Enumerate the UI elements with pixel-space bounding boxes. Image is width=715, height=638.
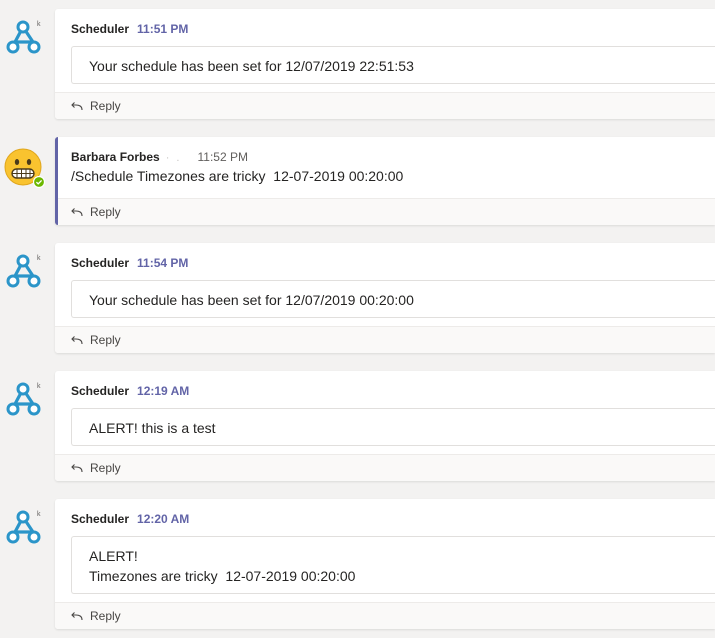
message-card: Scheduler 11:54 PM Your schedule has been… xyxy=(55,243,715,353)
message-text: ALERT! this is a test xyxy=(89,420,216,436)
message-text: /Schedule Timezones are tricky 12-07-201… xyxy=(71,168,404,184)
message-header: Scheduler 12:19 AM xyxy=(71,384,189,398)
reply-button[interactable]: Reply xyxy=(70,608,121,624)
reply-arrow-icon xyxy=(71,102,83,111)
reply-bar: Reply xyxy=(58,198,715,225)
svg-text:k: k xyxy=(37,21,41,28)
webhook-icon[interactable]: k xyxy=(3,380,45,422)
message-header: Scheduler 11:54 PM xyxy=(71,256,188,270)
message-timestamp[interactable]: 12:19 AM xyxy=(137,384,189,398)
reply-bar: Reply xyxy=(55,92,715,119)
reply-label: Reply xyxy=(90,333,121,347)
svg-text:k: k xyxy=(37,255,41,262)
reply-arrow-icon xyxy=(71,612,83,621)
author-name[interactable]: Scheduler xyxy=(71,256,129,270)
reply-button[interactable]: Reply xyxy=(70,98,121,114)
reply-label: Reply xyxy=(90,609,121,623)
webhook-icon[interactable]: k xyxy=(3,18,45,60)
author-presence-dots: · . xyxy=(165,152,182,164)
bot-message-body: Your schedule has been set for 12/07/201… xyxy=(71,46,715,84)
message-text: Timezones are tricky 12-07-2019 00:20:00 xyxy=(89,568,356,584)
reply-button[interactable]: Reply xyxy=(70,460,121,476)
reply-arrow-icon xyxy=(71,464,83,473)
message-card: Scheduler 12:20 AM ALERT! Timezones are t… xyxy=(55,499,715,629)
message-header: Scheduler 11:51 PM xyxy=(71,22,188,36)
bot-message-body: Your schedule has been set for 12/07/201… xyxy=(71,280,715,318)
bot-message-body: ALERT! Timezones are tricky 12-07-2019 0… xyxy=(71,536,715,594)
reply-arrow-icon xyxy=(71,336,83,345)
reply-button[interactable]: Reply xyxy=(70,204,121,220)
message-timestamp[interactable]: 11:51 PM xyxy=(137,22,188,36)
message-card: Scheduler 12:19 AM ALERT! this is a test … xyxy=(55,371,715,481)
webhook-icon[interactable]: k xyxy=(3,508,45,550)
reply-bar: Reply xyxy=(55,326,715,353)
reply-label: Reply xyxy=(90,205,121,219)
message-card: Scheduler 11:51 PM Your schedule has been… xyxy=(55,9,715,119)
reply-bar: Reply xyxy=(55,602,715,629)
presence-available-icon xyxy=(33,176,45,188)
bot-message-body: ALERT! this is a test xyxy=(71,408,715,446)
message-card: Barbara Forbes · . 11:52 PM /Schedule Time… xyxy=(55,137,715,225)
author-name[interactable]: Scheduler xyxy=(71,512,129,526)
message-header: Scheduler 12:20 AM xyxy=(71,512,189,526)
message-timestamp[interactable]: 11:52 PM xyxy=(197,150,247,164)
message-text: ALERT! xyxy=(89,548,138,564)
svg-text:k: k xyxy=(37,383,41,390)
svg-text:k: k xyxy=(37,511,41,518)
message-text: Your schedule has been set for 12/07/201… xyxy=(89,58,414,74)
author-name[interactable]: Scheduler xyxy=(71,384,129,398)
user-avatar[interactable] xyxy=(3,146,45,188)
message-timestamp[interactable]: 11:54 PM xyxy=(137,256,188,270)
reply-button[interactable]: Reply xyxy=(70,332,121,348)
webhook-icon[interactable]: k xyxy=(3,252,45,294)
reply-arrow-icon xyxy=(71,208,83,217)
author-name[interactable]: Scheduler xyxy=(71,22,129,36)
reply-label: Reply xyxy=(90,461,121,475)
author-name[interactable]: Barbara Forbes xyxy=(71,150,160,164)
reply-bar: Reply xyxy=(55,454,715,481)
message-text: Your schedule has been set for 12/07/201… xyxy=(89,292,414,308)
reply-label: Reply xyxy=(90,99,121,113)
message-timestamp[interactable]: 12:20 AM xyxy=(137,512,189,526)
message-header: Barbara Forbes · . 11:52 PM xyxy=(71,150,248,165)
